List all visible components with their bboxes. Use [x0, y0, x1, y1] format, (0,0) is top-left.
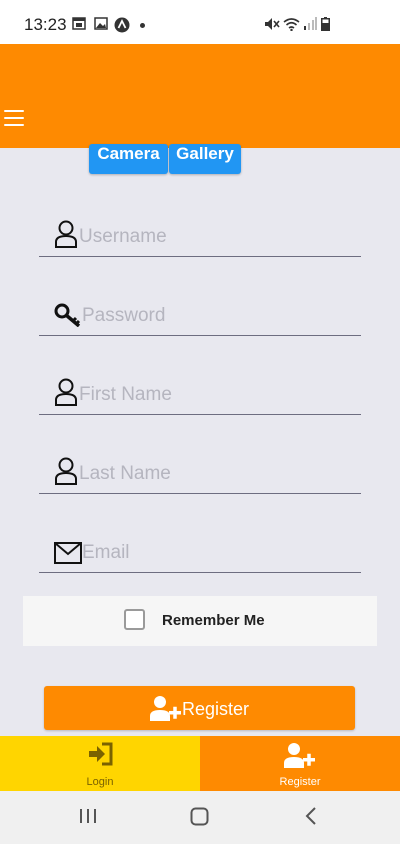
app-bar: [0, 44, 400, 148]
key-icon: [54, 303, 81, 327]
home-icon[interactable]: [190, 807, 209, 826]
mute-icon: [265, 18, 280, 30]
camera-button[interactable]: Camera: [89, 144, 168, 174]
gallery-button-label: Gallery: [176, 144, 234, 163]
wifi-icon: [283, 18, 300, 31]
first-name-input[interactable]: [79, 384, 349, 406]
add-user-icon: [284, 743, 315, 768]
recent-apps-icon[interactable]: [79, 807, 97, 825]
remember-me-checkbox[interactable]: [124, 609, 145, 630]
signal-icon: [304, 17, 317, 30]
back-icon[interactable]: [304, 807, 318, 825]
calendar-notification-icon: [72, 17, 86, 30]
register-button-label: Register: [182, 699, 250, 719]
menu-icon[interactable]: [4, 110, 24, 126]
system-navigation-bar: [0, 791, 400, 844]
password-field: [39, 290, 361, 336]
user-icon: [55, 378, 77, 406]
app-notification-icon: [114, 17, 130, 33]
tab-register-label: Register: [279, 776, 321, 788]
envelope-icon: [54, 542, 82, 564]
battery-icon: [321, 17, 330, 31]
gallery-button[interactable]: Gallery: [169, 144, 241, 174]
tab-register[interactable]: Register: [200, 736, 400, 791]
status-bar: 13:23: [0, 0, 400, 44]
username-field: [39, 211, 361, 257]
user-icon: [55, 220, 77, 248]
tab-login-label: Login: [86, 776, 114, 788]
more-notifications-dot: [140, 23, 145, 28]
email-field: [39, 527, 361, 573]
remember-me-label: Remember Me: [162, 612, 265, 629]
email-input[interactable]: [82, 542, 352, 564]
last-name-field: [39, 448, 361, 494]
tab-login[interactable]: Login: [0, 736, 200, 791]
password-input[interactable]: [82, 305, 352, 327]
user-icon: [55, 457, 77, 485]
remember-me-row: Remember Me: [23, 596, 377, 646]
add-user-icon: [150, 696, 181, 721]
last-name-input[interactable]: [79, 463, 349, 485]
camera-button-label: Camera: [97, 144, 160, 163]
login-icon: [89, 742, 113, 766]
username-input[interactable]: [79, 226, 349, 248]
status-time: 13:23: [24, 15, 67, 34]
register-button[interactable]: Register: [44, 686, 355, 730]
first-name-field: [39, 369, 361, 415]
gallery-notification-icon: [94, 17, 108, 30]
